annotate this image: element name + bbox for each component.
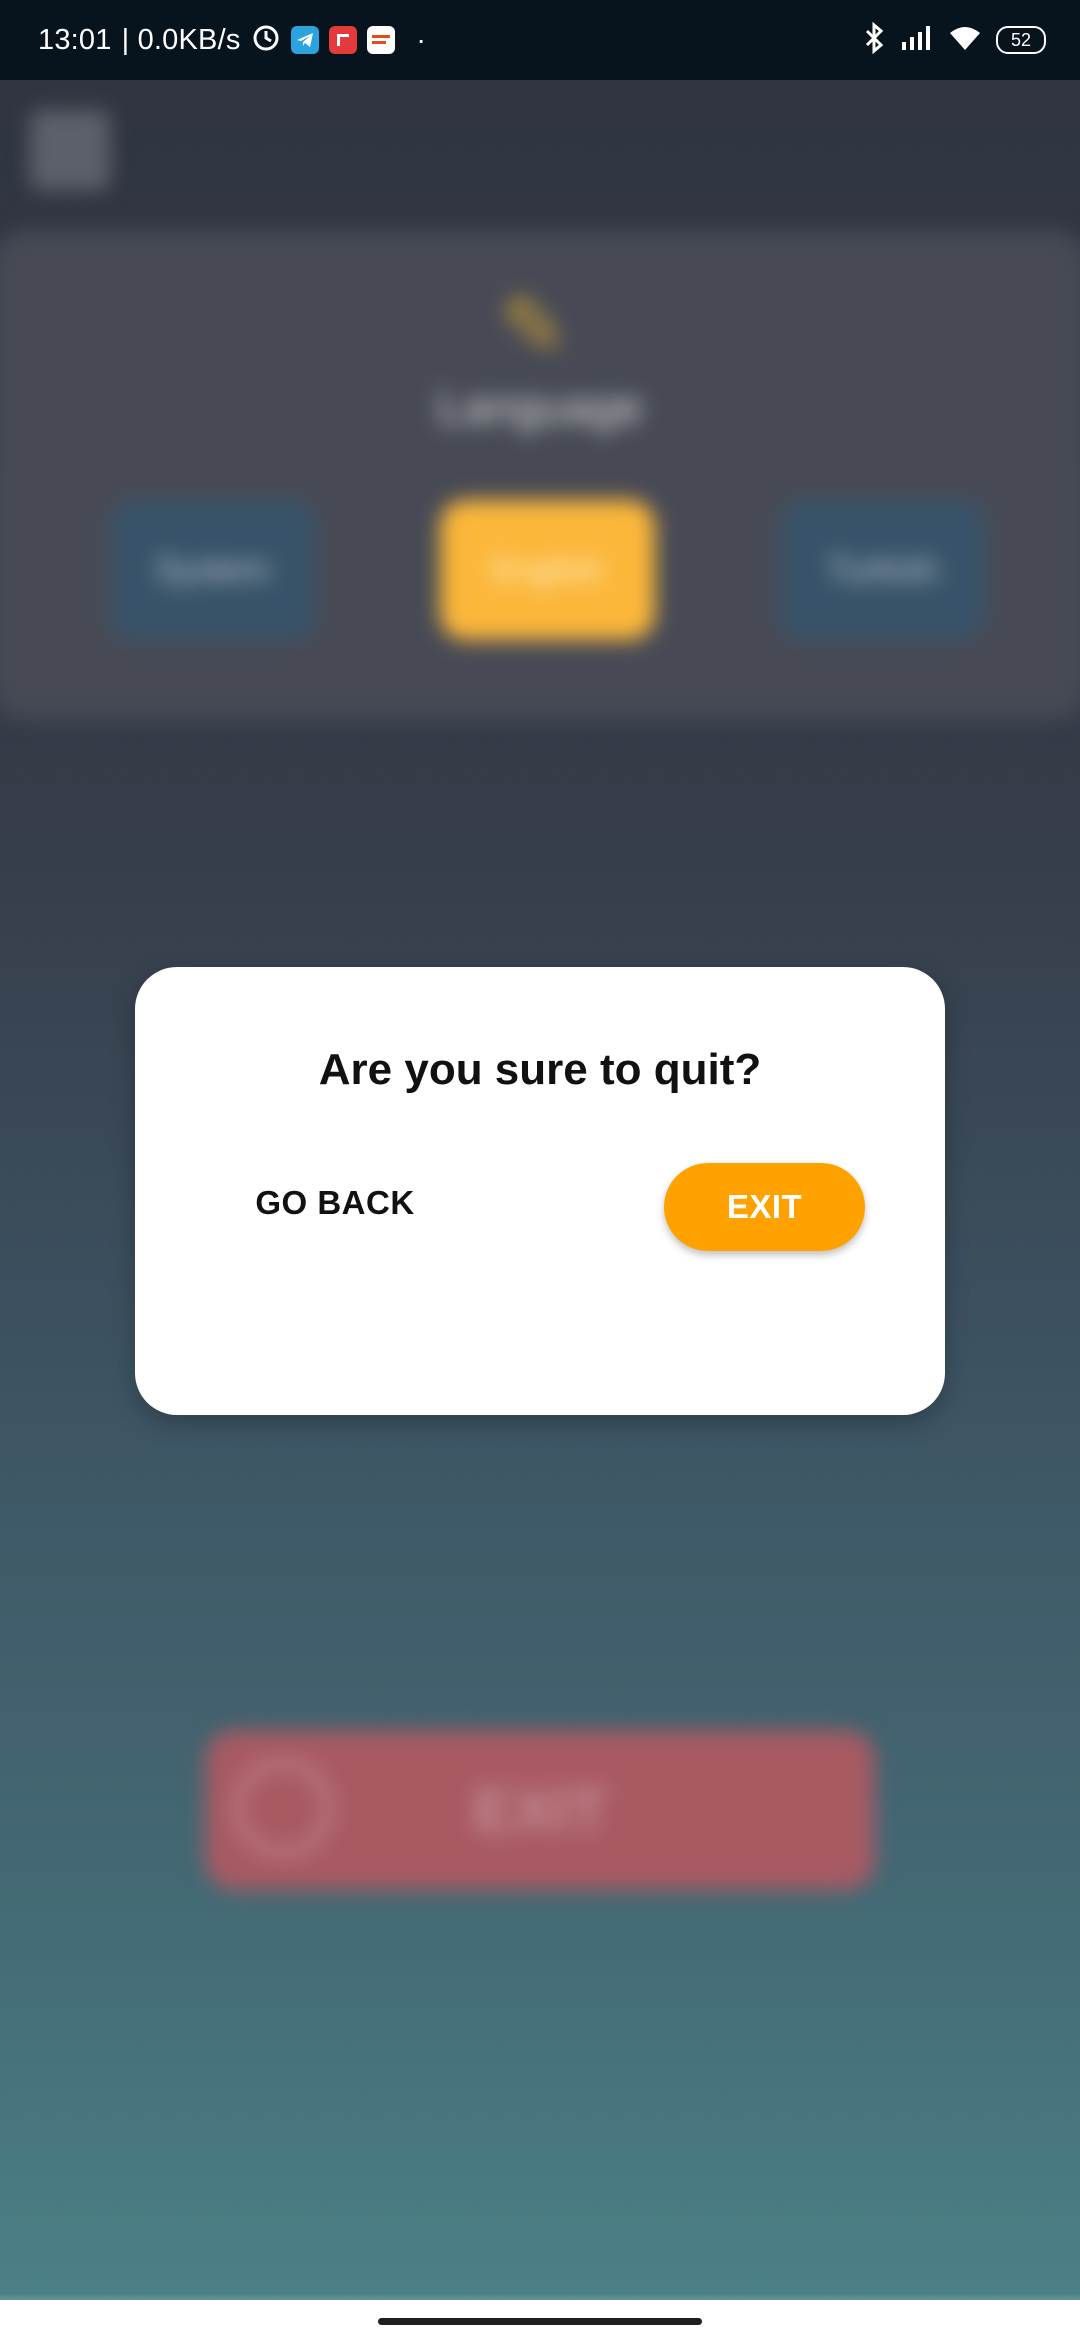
go-back-button[interactable]: GO BACK <box>215 1163 455 1243</box>
wifi-icon <box>948 24 982 57</box>
home-indicator[interactable] <box>378 2318 702 2325</box>
network-speed: | 0.0KB/s <box>121 23 241 56</box>
telegram-icon <box>290 26 319 54</box>
battery-icon: 52 <box>996 26 1046 54</box>
language-icon: ✎ <box>500 282 568 371</box>
language-option-system: System <box>110 500 315 640</box>
quit-confirmation-dialog: Are you sure to quit? GO BACK EXIT <box>135 967 945 1415</box>
app-icon <box>328 26 357 54</box>
status-bar: 13:01 | 0.0KB/s · 52 <box>0 0 1080 80</box>
alarm-icon <box>251 23 281 58</box>
signal-icon <box>900 24 934 57</box>
menu-icon <box>30 110 110 190</box>
background-exit-button: EXIT <box>205 1730 875 1890</box>
language-option-english: English <box>440 500 655 640</box>
dialog-title: Are you sure to quit? <box>318 1045 762 1094</box>
more-notifications-icon: · <box>416 24 426 55</box>
background-exit-label: EXIT <box>473 1776 607 1844</box>
status-bar-left: 13:01 | 0.0KB/s · <box>38 23 426 58</box>
bluetooth-icon <box>862 21 886 59</box>
language-title: Language <box>437 381 643 433</box>
clock: 13:01 <box>38 23 112 56</box>
exit-button[interactable]: EXIT <box>664 1163 865 1251</box>
language-option-turkish: Turkish <box>780 500 985 640</box>
status-bar-right: 52 <box>862 21 1046 59</box>
brand-icon <box>366 26 395 54</box>
